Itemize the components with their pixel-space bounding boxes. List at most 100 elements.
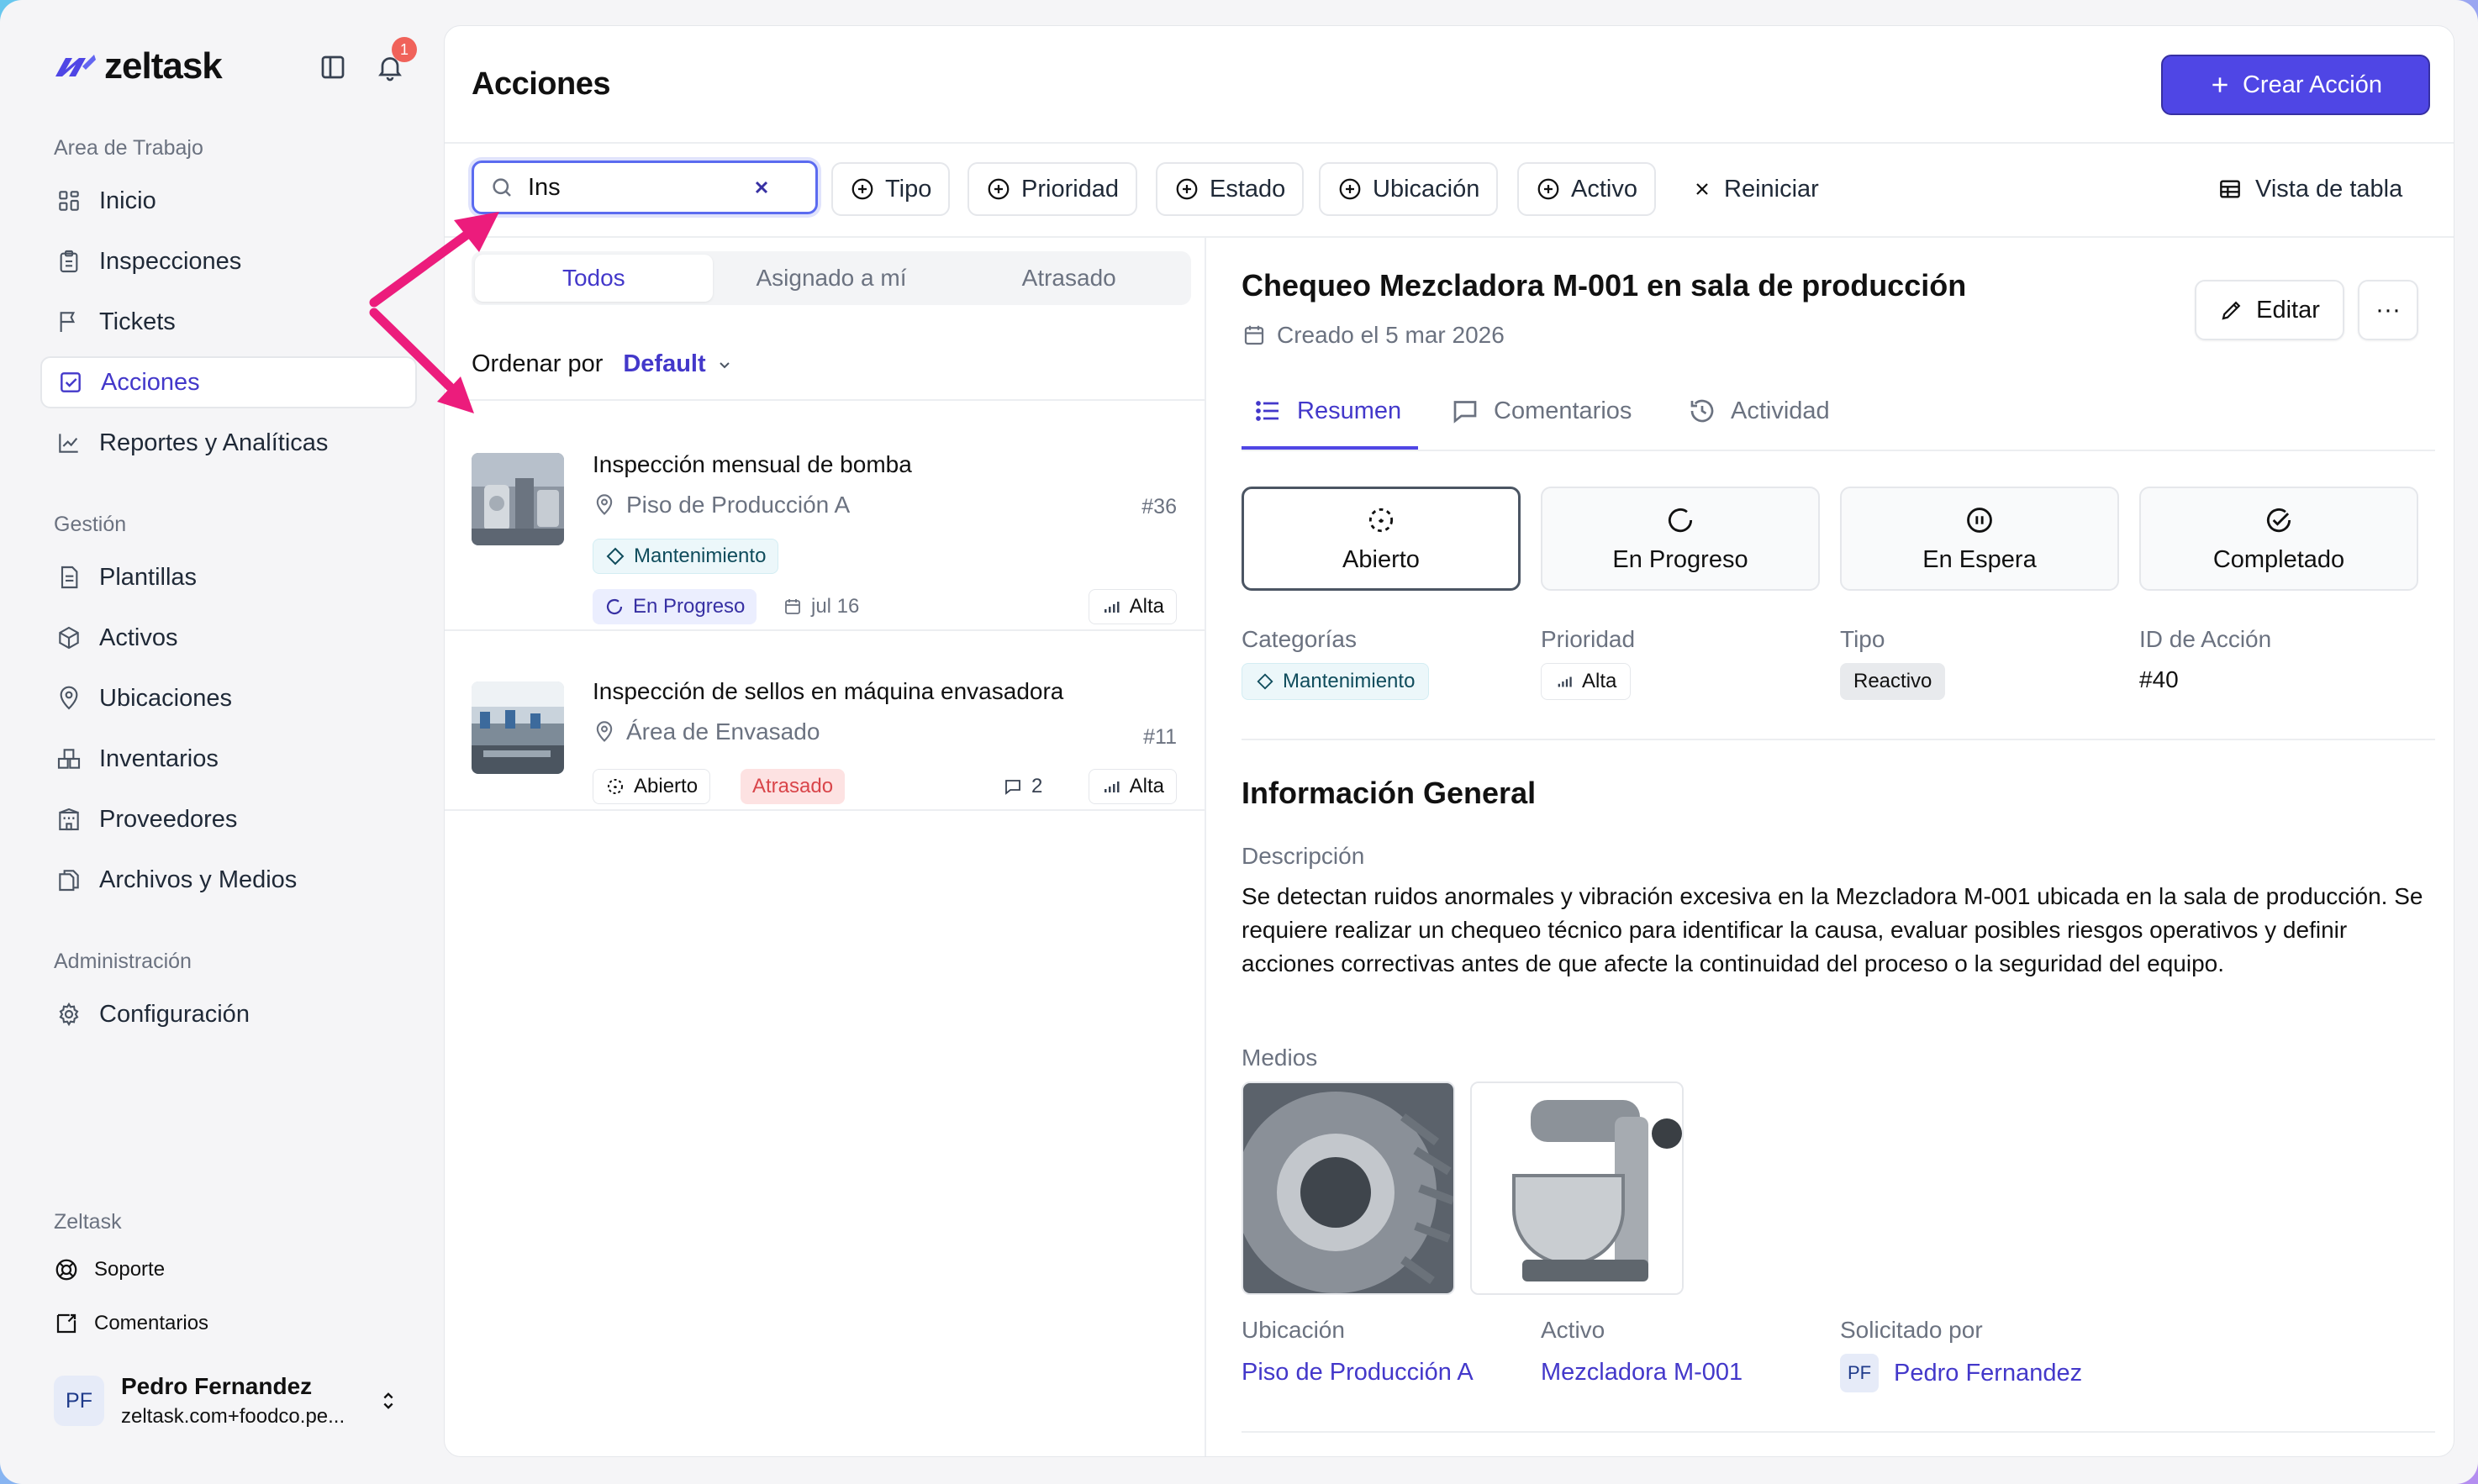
section-title-zeltask: Zeltask <box>54 1210 122 1234</box>
history-icon <box>1690 399 1714 423</box>
clear-search-icon[interactable] <box>751 177 772 197</box>
status-en-espera-button[interactable]: En Espera <box>1840 487 2119 591</box>
filter-label: Tipo <box>885 175 932 203</box>
sidebar-item-acciones[interactable]: Acciones <box>40 356 417 408</box>
detail-created-label: Creado el 5 mar 2026 <box>1277 322 1505 348</box>
status-abierto-button[interactable]: Abierto <box>1242 487 1521 591</box>
list-item[interactable]: Inspección de sellos en máquina envasado… <box>445 631 1204 834</box>
reset-label: Reiniciar <box>1724 175 1819 203</box>
plus-circle-icon <box>1537 178 1559 200</box>
sidebar-item-label: Reportes y Analíticas <box>99 429 329 456</box>
sidebar-item-inspecciones[interactable]: Inspecciones <box>40 235 417 287</box>
user-menu[interactable]: PF Pedro Fernandez zeltask.com+foodco.pe… <box>54 1373 400 1429</box>
tab-resumen[interactable]: Resumen <box>1253 396 1401 426</box>
files-icon <box>59 870 79 892</box>
comments-count-label: 2 <box>1031 775 1043 797</box>
filter-prioridad-button[interactable]: Prioridad <box>967 162 1138 216</box>
description-label: Descripción <box>1242 843 1365 869</box>
pause-circle-icon <box>1967 507 1992 533</box>
divider <box>1242 1431 2435 1433</box>
tab-todos[interactable]: Todos <box>475 255 713 302</box>
sidebar-item-archivos[interactable]: Archivos y Medios <box>40 854 417 906</box>
sidebar-item-activos[interactable]: Activos <box>40 612 417 664</box>
plus-circle-icon <box>851 178 873 200</box>
location-link[interactable]: Piso de Producción A <box>1242 1359 1474 1387</box>
status-chip: Abierto <box>593 769 711 804</box>
create-action-button[interactable]: Crear Acción <box>2161 55 2430 115</box>
progress-icon <box>1668 508 1693 532</box>
sidebar-item-ubicaciones[interactable]: Ubicaciones <box>40 672 417 724</box>
calendar-icon <box>785 599 800 614</box>
search-field[interactable] <box>472 161 818 214</box>
brand-logo[interactable]: zeltask <box>54 45 223 87</box>
item-location: Piso de Producción A <box>593 492 850 518</box>
overdue-label: Atrasado <box>752 775 834 797</box>
media-thumbnail-mixer[interactable] <box>1470 1081 1684 1295</box>
sidebar-item-configuracion[interactable]: Configuración <box>40 988 417 1040</box>
priority-label: Alta <box>1129 775 1164 797</box>
priority-chip: Alta <box>1541 663 1632 700</box>
divider <box>1242 739 2435 740</box>
filter-label: Prioridad <box>1021 175 1120 203</box>
sidebar-toggle-icon[interactable] <box>318 52 348 82</box>
filter-label: Ubicación <box>1373 175 1480 203</box>
status-completado-button[interactable]: Completado <box>2139 487 2418 591</box>
boxes-icon <box>57 749 81 769</box>
sidebar-item-label: Ubicaciones <box>99 684 232 712</box>
categories-label: Categorías <box>1242 626 1357 652</box>
requested-by-name: Pedro Fernandez <box>1894 1359 2083 1387</box>
tab-label: Resumen <box>1297 397 1402 424</box>
comment-icon <box>1005 780 1020 795</box>
brand-name: zeltask <box>104 45 223 87</box>
sidebar-item-proveedores[interactable]: Proveedores <box>40 793 417 845</box>
requested-by[interactable]: PF Pedro Fernandez <box>1840 1354 2082 1392</box>
feedback-link[interactable]: Comentarios <box>54 1311 208 1336</box>
asset-link[interactable]: Mezcladora M-001 <box>1541 1359 1743 1387</box>
chevron-updown-icon <box>383 1392 393 1409</box>
tab-comentarios[interactable]: Comentarios <box>1450 396 1632 426</box>
tab-asignado[interactable]: Asignado a mí <box>713 255 951 302</box>
pencil-icon <box>2222 301 2241 320</box>
sidebar-item-reportes[interactable]: Reportes y Analíticas <box>40 417 417 469</box>
close-icon <box>1696 183 1708 195</box>
media-thumbnail-gear[interactable] <box>1242 1081 1455 1295</box>
action-id-label: ID de Acción <box>2139 626 2272 652</box>
app-window: zeltask 1 Area de Trabajo Inicio Inspecc… <box>0 0 2478 1484</box>
support-link[interactable]: Soporte <box>54 1257 165 1282</box>
sidebar-item-inventarios[interactable]: Inventarios <box>40 733 417 785</box>
status-label: En Progreso <box>1612 545 1748 573</box>
tab-actividad[interactable]: Actividad <box>1687 396 1830 426</box>
list-tabs: Todos Asignado a mí Atrasado <box>472 251 1191 305</box>
list-item[interactable]: Inspección mensual de bomba Piso de Prod… <box>445 401 1204 629</box>
status-label: Completado <box>2212 545 2345 573</box>
reset-filters-button[interactable]: Reiniciar <box>1692 162 1819 216</box>
tab-atrasado[interactable]: Atrasado <box>950 255 1188 302</box>
more-options-button[interactable]: ··· <box>2358 280 2418 340</box>
filter-estado-button[interactable]: Estado <box>1156 162 1305 216</box>
edit-button[interactable]: Editar <box>2195 280 2344 340</box>
sidebar-item-inicio[interactable]: Inicio <box>40 175 417 227</box>
avatar: PF <box>1840 1354 1879 1392</box>
status-label: Abierto <box>634 775 699 797</box>
requested-by-label: Solicitado por <box>1840 1317 1983 1343</box>
filter-ubicacion-button[interactable]: Ubicación <box>1319 162 1499 216</box>
sort-dropdown[interactable]: Default <box>623 350 734 378</box>
search-input[interactable] <box>528 173 738 202</box>
user-name: Pedro Fernandez <box>121 1373 313 1399</box>
action-id-value: #40 <box>2139 666 2179 692</box>
general-info-title: Información General <box>1242 776 1537 810</box>
chart-line-icon <box>59 434 78 453</box>
status-label: En Progreso <box>633 595 746 618</box>
item-location: Área de Envasado <box>593 718 820 745</box>
priority-value: Alta <box>1582 670 1617 692</box>
sidebar-item-plantillas[interactable]: Plantillas <box>40 551 417 603</box>
avatar: PF <box>54 1376 104 1426</box>
divider <box>445 809 1205 811</box>
table-view-button[interactable]: Vista de tabla <box>2217 162 2402 216</box>
filter-tipo-button[interactable]: Tipo <box>831 162 951 216</box>
status-en-progreso-button[interactable]: En Progreso <box>1541 487 1820 591</box>
filter-activo-button[interactable]: Activo <box>1517 162 1656 216</box>
sidebar-item-tickets[interactable]: Tickets <box>40 296 417 348</box>
status-label: Abierto <box>1342 545 1420 573</box>
due-date: jul 16 <box>783 589 859 624</box>
